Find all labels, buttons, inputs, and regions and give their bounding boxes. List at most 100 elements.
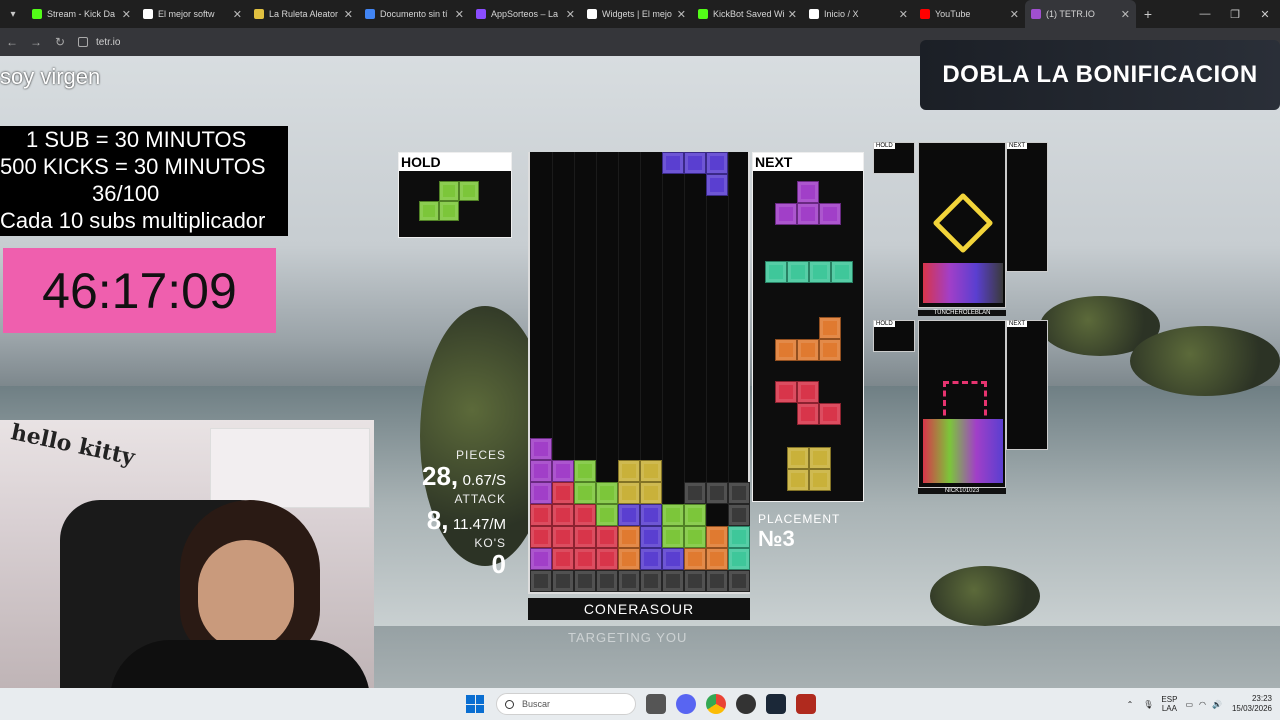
- tab-close-icon[interactable]: ✕: [1121, 8, 1130, 21]
- rule-line: 1 SUB = 30 MINUTOS: [26, 127, 247, 152]
- tab-title: Widgets | El mejo: [602, 9, 672, 19]
- block-cell: [787, 469, 809, 491]
- chevron-up-icon[interactable]: ⌃: [1127, 700, 1134, 709]
- browser-tab[interactable]: Stream - Kick Da ✕: [26, 0, 137, 28]
- block-cell: [618, 482, 640, 504]
- wifi-icon[interactable]: ◠: [1199, 700, 1206, 709]
- browser-tab[interactable]: YouTube ✕: [914, 0, 1025, 28]
- taskbar-search[interactable]: Buscar: [496, 693, 636, 715]
- block-cell: [706, 548, 728, 570]
- windows-start-icon[interactable]: [466, 695, 484, 713]
- block-cell: [684, 570, 706, 592]
- volume-icon[interactable]: 🔊: [1212, 700, 1222, 709]
- tab-title: Documento sin tí: [380, 9, 448, 19]
- browser-tab[interactable]: Documento sin tí ✕: [359, 0, 470, 28]
- discord-icon[interactable]: [676, 694, 696, 714]
- tab-close-icon[interactable]: ✕: [788, 8, 797, 21]
- language-indicator[interactable]: ESP LAA: [1161, 695, 1177, 713]
- streamer-face: [198, 540, 294, 650]
- browser-tab[interactable]: Widgets | El mejo ✕: [581, 0, 692, 28]
- wall-sign: hello kitty: [8, 419, 138, 471]
- block-cell: [618, 460, 640, 482]
- tab-close-icon[interactable]: ✕: [566, 8, 575, 21]
- close-window-icon[interactable]: ✕: [1250, 0, 1280, 28]
- opponent-board[interactable]: [918, 320, 1006, 488]
- background-rock: [930, 566, 1040, 626]
- background-rock: [1130, 326, 1280, 396]
- block-cell: [662, 526, 684, 548]
- site-info-icon[interactable]: [78, 37, 88, 47]
- microphone-icon[interactable]: 🎙: [1143, 700, 1153, 709]
- block-cell: [618, 570, 640, 592]
- url-field[interactable]: tetr.io: [78, 37, 120, 48]
- browser-tab[interactable]: KickBot Saved Wi ✕: [692, 0, 803, 28]
- block-cell: [552, 460, 574, 482]
- block-cell: [459, 181, 479, 201]
- steam-icon[interactable]: [766, 694, 786, 714]
- tab-close-icon[interactable]: ✕: [122, 8, 131, 21]
- kos-count: 0: [491, 549, 506, 579]
- tab-close-icon[interactable]: ✕: [344, 8, 353, 21]
- tetris-board: [528, 152, 750, 594]
- new-tab-button[interactable]: +: [1136, 6, 1160, 22]
- tab-favicon-icon: [1031, 9, 1041, 19]
- block-cell: [596, 482, 618, 504]
- block-cell: [618, 526, 640, 548]
- browser-tab[interactable]: El mejor softw ✕: [137, 0, 248, 28]
- opponent-board[interactable]: [918, 142, 1006, 308]
- block-cell: [819, 339, 841, 361]
- back-icon[interactable]: ←: [0, 35, 24, 49]
- browser-tab[interactable]: Inicio / X ✕: [803, 0, 914, 28]
- player-username: CONERASOUR: [528, 598, 750, 620]
- task-view-icon[interactable]: [646, 694, 666, 714]
- tab-close-icon[interactable]: ✕: [899, 8, 908, 21]
- block-cell: [662, 570, 684, 592]
- tab-close-icon[interactable]: ✕: [677, 8, 686, 21]
- tab-strip: ▾ Stream - Kick Da ✕ El mejor softw ✕ La Rul…: [0, 0, 1280, 28]
- reload-icon[interactable]: ↻: [48, 35, 72, 49]
- forward-icon[interactable]: →: [24, 35, 48, 49]
- browser-tab[interactable]: La Ruleta Aleator ✕: [248, 0, 359, 28]
- browser-tab[interactable]: AppSorteos – La ✕: [470, 0, 581, 28]
- dota-icon[interactable]: [796, 694, 816, 714]
- block-cell: [552, 548, 574, 570]
- opponent-stack: [923, 263, 1003, 303]
- tab-close-icon[interactable]: ✕: [233, 8, 242, 21]
- taskbar: Buscar ⌃ 🎙 ESP LAA ▭ ◠ 🔊 23:23 15/03/202…: [0, 688, 1280, 720]
- block-cell: [596, 548, 618, 570]
- tab-search-button[interactable]: ▾: [0, 0, 26, 28]
- network-icon[interactable]: ▭: [1185, 700, 1193, 709]
- tab-title: YouTube: [935, 9, 971, 19]
- chrome-icon[interactable]: [706, 694, 726, 714]
- block-cell: [596, 570, 618, 592]
- block-cell: [706, 152, 728, 174]
- pieces-count: 28,: [422, 461, 459, 491]
- block-cell: [662, 548, 684, 570]
- block-cell: [574, 548, 596, 570]
- maximize-icon[interactable]: ❐: [1220, 0, 1250, 28]
- block-cell: [439, 181, 459, 201]
- browser-tab[interactable]: (1) TETR.IO ✕: [1025, 0, 1136, 28]
- taskbar-apps: Buscar: [466, 688, 816, 720]
- tab-close-icon[interactable]: ✕: [455, 8, 464, 21]
- block-cell: [797, 403, 819, 425]
- targeting-text: TARGETING YOU: [568, 630, 688, 645]
- subathon-timer: 46:17:09: [3, 248, 276, 333]
- tab-title: KickBot Saved Wi: [713, 9, 784, 19]
- hold-box: HOLD: [398, 152, 512, 238]
- block-cell: [662, 504, 684, 526]
- block-cell: [797, 203, 819, 225]
- block-cell: [684, 152, 706, 174]
- tab-title: (1) TETR.IO: [1046, 9, 1095, 19]
- tab-title: AppSorteos – La: [491, 9, 559, 19]
- minimize-icon[interactable]: —: [1190, 0, 1220, 28]
- block-cell: [552, 504, 574, 526]
- tab-title: La Ruleta Aleator: [269, 9, 339, 19]
- block-cell: [618, 548, 640, 570]
- block-cell: [530, 526, 552, 548]
- block-cell: [684, 548, 706, 570]
- obs-icon[interactable]: [736, 694, 756, 714]
- clock[interactable]: 23:23 15/03/2026: [1232, 694, 1272, 714]
- tab-close-icon[interactable]: ✕: [1010, 8, 1019, 21]
- tab-favicon-icon: [143, 9, 153, 19]
